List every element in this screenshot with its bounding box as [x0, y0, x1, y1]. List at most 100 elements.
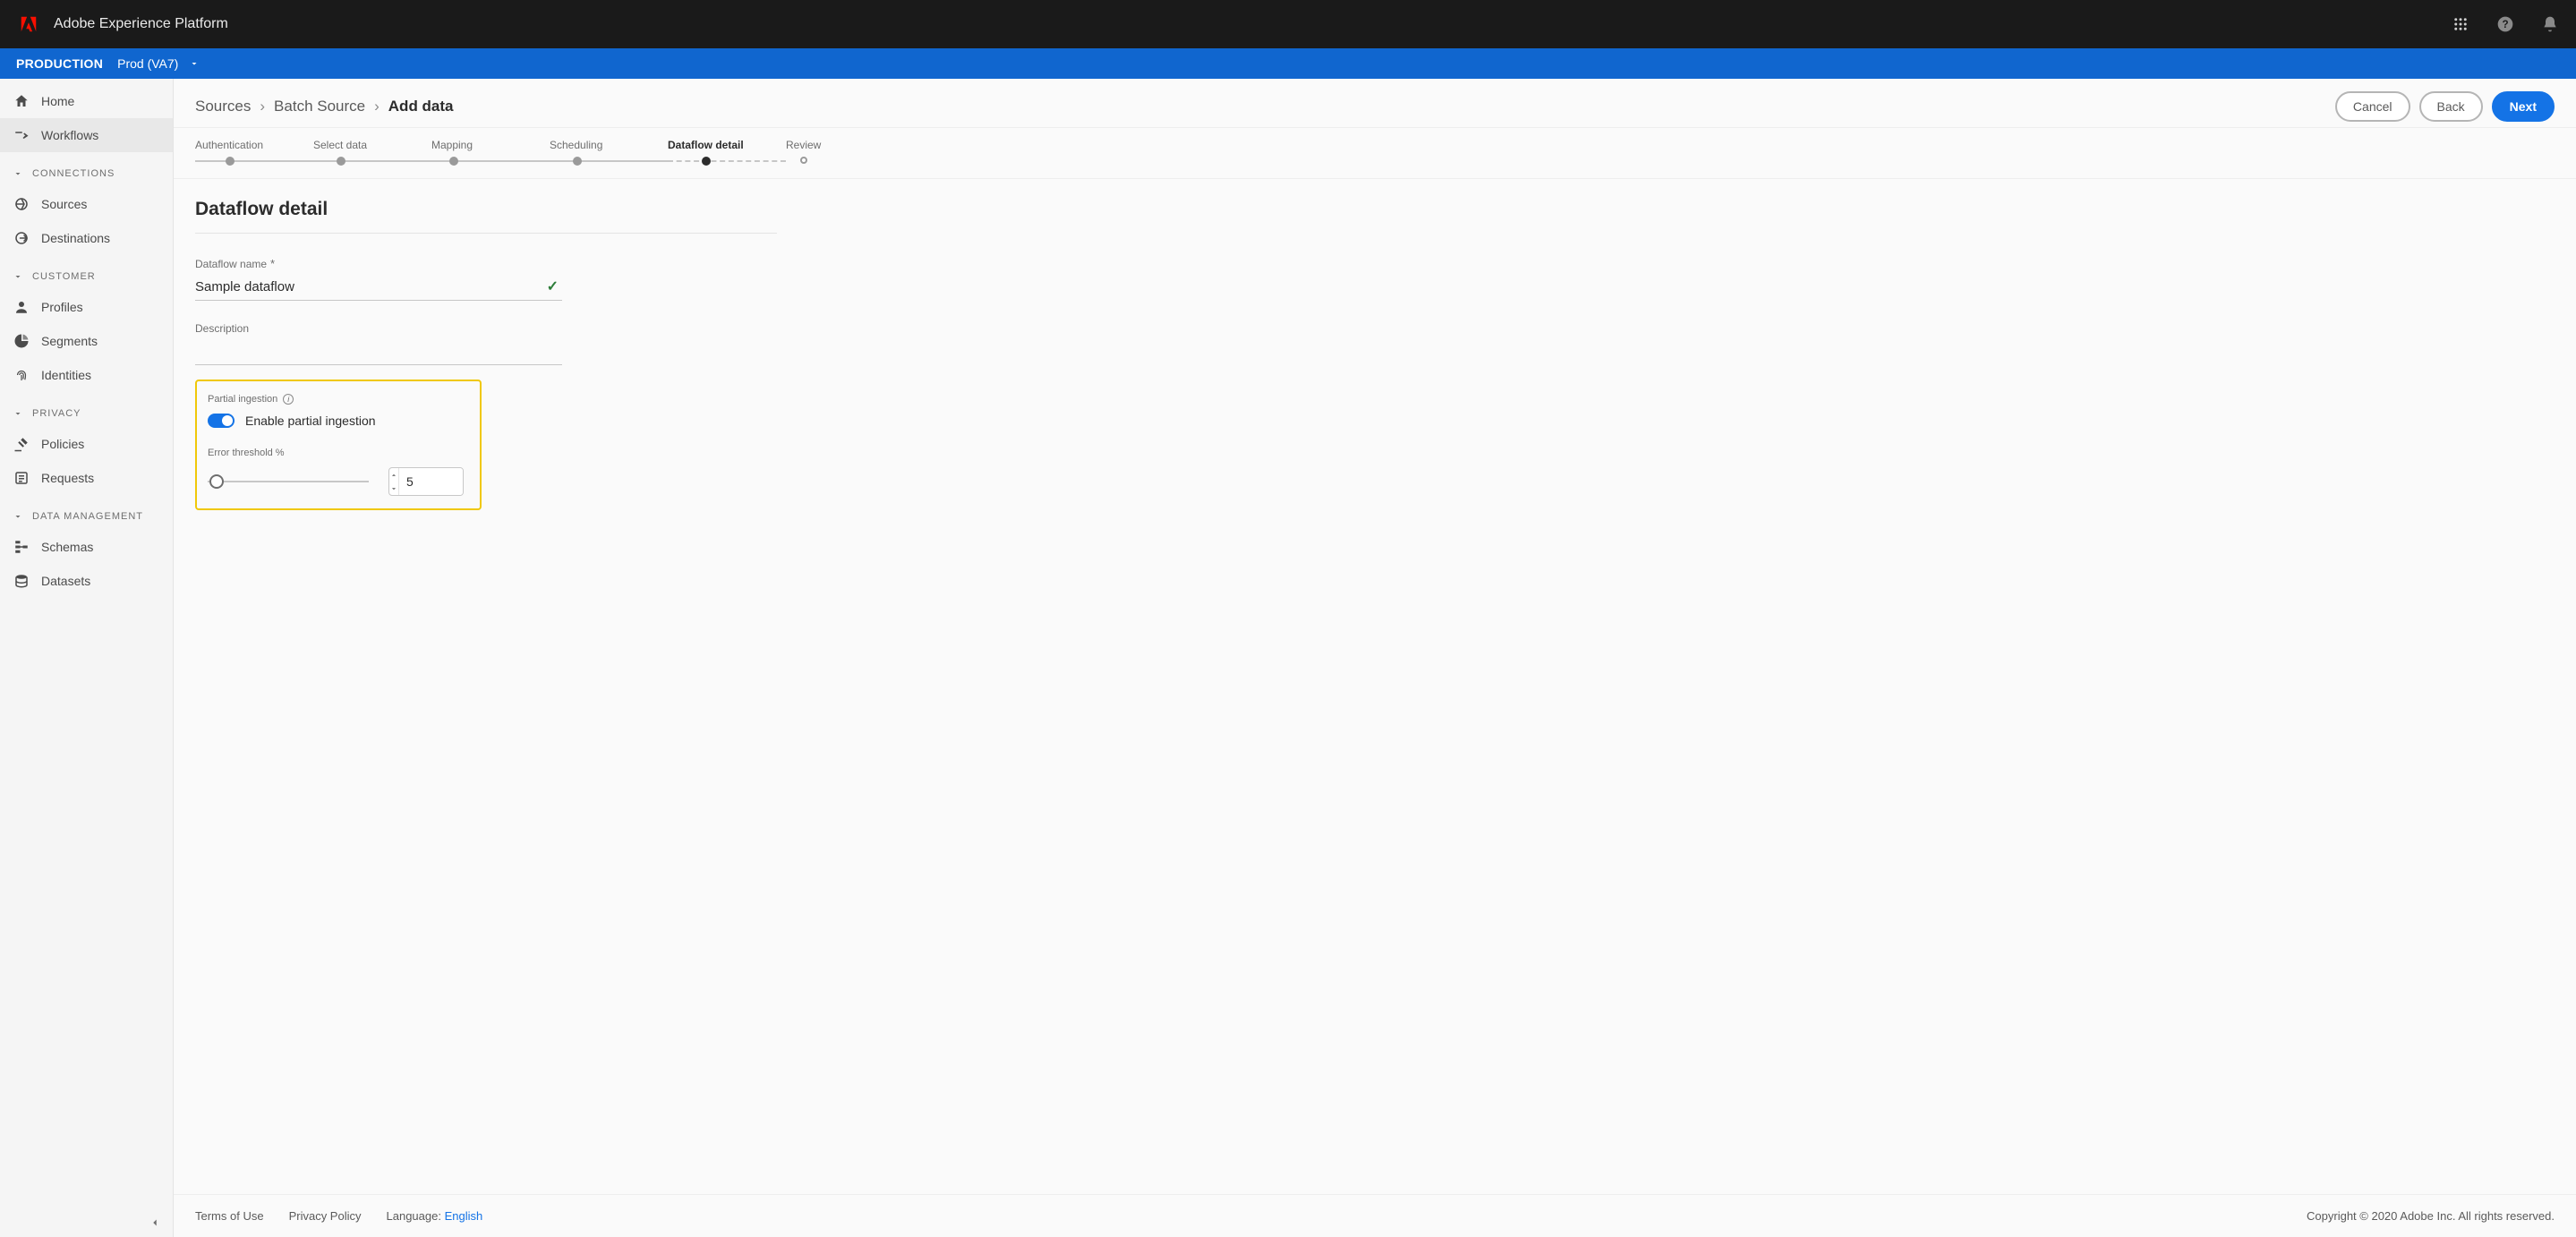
breadcrumb-batch-source[interactable]: Batch Source: [274, 98, 365, 115]
adobe-logo-icon: [16, 12, 41, 37]
breadcrumb-separator: ›: [260, 98, 265, 115]
footer-privacy[interactable]: Privacy Policy: [289, 1209, 362, 1223]
stepper-down-button[interactable]: [389, 482, 398, 495]
breadcrumb-separator: ›: [374, 98, 380, 115]
nav-workflows[interactable]: Workflows: [0, 118, 173, 152]
step-mapping: Mapping: [431, 139, 550, 162]
checkmark-icon: ✓: [547, 277, 559, 295]
nav-destinations[interactable]: Destinations: [0, 221, 173, 255]
partial-ingestion-toggle[interactable]: [208, 414, 235, 428]
requests-icon: [13, 469, 30, 487]
chevron-down-icon: [13, 168, 23, 179]
section-title: Dataflow detail: [195, 199, 2555, 220]
slider-thumb[interactable]: [209, 474, 224, 489]
nav-home[interactable]: Home: [0, 84, 173, 118]
nav-schemas[interactable]: Schemas: [0, 530, 173, 564]
destinations-icon: [13, 229, 30, 247]
error-threshold-stepper: [388, 467, 464, 496]
content: Sources › Batch Source › Add data Cancel…: [174, 79, 2576, 1237]
nav-section-connections[interactable]: CONNECTIONS: [0, 152, 173, 187]
fingerprint-icon: [13, 366, 30, 384]
footer: Terms of Use Privacy Policy Language: En…: [174, 1194, 2576, 1237]
step-label: Select data: [313, 139, 367, 151]
chevron-down-icon: [13, 271, 23, 282]
collapse-sidebar-button[interactable]: [146, 1214, 164, 1232]
stepper-up-button[interactable]: [389, 468, 398, 482]
nav-identities[interactable]: Identities: [0, 358, 173, 392]
footer-terms[interactable]: Terms of Use: [195, 1209, 264, 1223]
error-threshold-label: Error threshold %: [208, 448, 469, 458]
back-button[interactable]: Back: [2419, 91, 2483, 122]
nav-section-label: DATA MANAGEMENT: [32, 511, 143, 522]
home-icon: [13, 92, 30, 110]
help-icon[interactable]: ?: [2495, 14, 2515, 34]
nav-item-label: Identities: [41, 368, 91, 382]
divider: [195, 233, 777, 234]
partial-ingestion-highlight: Partial ingestion i Enable partial inges…: [195, 380, 482, 510]
field-label: Description: [195, 322, 249, 335]
step-dataflow-detail: Dataflow detail: [668, 139, 786, 162]
nav-section-privacy[interactable]: PRIVACY: [0, 392, 173, 427]
nav-sources[interactable]: Sources: [0, 187, 173, 221]
nav-item-label: Sources: [41, 197, 87, 211]
nav-profiles[interactable]: Profiles: [0, 290, 173, 324]
cancel-button[interactable]: Cancel: [2335, 91, 2410, 122]
schemas-icon: [13, 538, 30, 556]
nav-section-data-mgmt[interactable]: DATA MANAGEMENT: [0, 495, 173, 530]
bell-icon[interactable]: [2540, 14, 2560, 34]
product-name: Adobe Experience Platform: [54, 16, 228, 32]
breadcrumb-current: Add data: [388, 98, 454, 115]
datasets-icon: [13, 572, 30, 590]
env-selected: Prod (VA7): [117, 56, 178, 71]
wizard-stepper: Authentication Select data Mapping Sched…: [174, 128, 2576, 179]
step-scheduling: Scheduling: [550, 139, 668, 162]
nav-item-label: Requests: [41, 471, 94, 485]
nav-section-label: CUSTOMER: [32, 271, 96, 282]
next-button[interactable]: Next: [2492, 91, 2555, 122]
toggle-label: Enable partial ingestion: [245, 414, 376, 428]
error-threshold-slider[interactable]: [208, 475, 369, 488]
sources-icon: [13, 195, 30, 213]
apps-grid-icon[interactable]: [2451, 14, 2470, 34]
chevron-up-icon: [389, 471, 398, 480]
chevron-down-icon: [13, 408, 23, 419]
content-header: Sources › Batch Source › Add data Cancel…: [174, 79, 2576, 128]
topbar: Adobe Experience Platform ?: [0, 0, 2576, 48]
error-threshold-input[interactable]: [399, 468, 464, 495]
dataflow-name-input[interactable]: [195, 276, 562, 301]
field-description: Description: [195, 322, 562, 365]
sidebar: Home Workflows CONNECTIONS Sources Desti…: [0, 79, 174, 1237]
step-label: Dataflow detail: [668, 139, 744, 151]
nav-segments[interactable]: Segments: [0, 324, 173, 358]
nav-item-label: Destinations: [41, 231, 110, 245]
chevron-left-icon: [149, 1216, 161, 1229]
nav-policies[interactable]: Policies: [0, 427, 173, 461]
description-input[interactable]: [195, 340, 562, 365]
footer-language-link[interactable]: English: [445, 1209, 483, 1223]
nav-requests[interactable]: Requests: [0, 461, 173, 495]
step-review: Review: [786, 139, 822, 162]
chevron-down-icon: [389, 484, 398, 493]
nav-workflows-label: Workflows: [41, 128, 98, 142]
page-body: Dataflow detail Dataflow name * ✓ Descri…: [174, 179, 2576, 1194]
chevron-down-icon: [189, 58, 200, 69]
env-selector[interactable]: Prod (VA7): [117, 56, 200, 71]
step-label: Mapping: [431, 139, 473, 151]
env-bar: PRODUCTION Prod (VA7): [0, 48, 2576, 79]
segments-icon: [13, 332, 30, 350]
chevron-down-icon: [13, 511, 23, 522]
step-label: Authentication: [195, 139, 263, 151]
nav-section-customer[interactable]: CUSTOMER: [0, 255, 173, 290]
breadcrumb-sources[interactable]: Sources: [195, 98, 251, 115]
breadcrumb: Sources › Batch Source › Add data: [195, 98, 454, 115]
nav-section-label: CONNECTIONS: [32, 168, 115, 179]
nav-datasets[interactable]: Datasets: [0, 564, 173, 598]
info-icon[interactable]: i: [283, 394, 294, 405]
env-label: PRODUCTION: [16, 56, 103, 71]
step-label: Review: [786, 139, 821, 151]
nav-item-label: Profiles: [41, 300, 83, 314]
toggle-knob: [222, 415, 233, 426]
step-select-data: Select data: [313, 139, 431, 162]
nav-item-label: Policies: [41, 437, 84, 451]
field-dataflow-name: Dataflow name * ✓: [195, 257, 562, 301]
